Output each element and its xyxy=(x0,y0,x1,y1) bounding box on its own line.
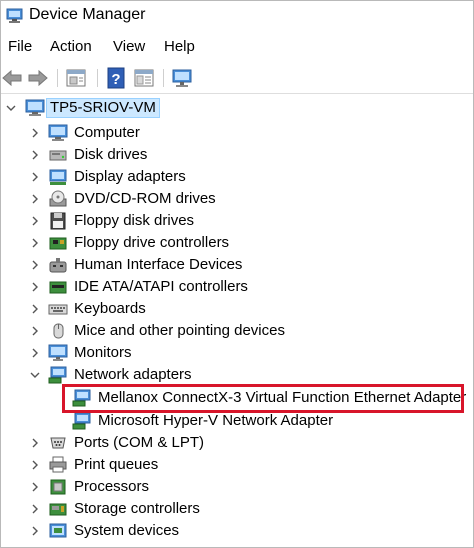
chevron-down-icon[interactable] xyxy=(5,101,17,115)
network-adapter-icon xyxy=(48,366,67,384)
disk-drive-icon xyxy=(49,150,67,161)
toolbar-separator xyxy=(57,69,58,87)
tree-item-label: Storage controllers xyxy=(74,500,200,517)
chevron-right-icon[interactable] xyxy=(29,458,41,472)
chevron-right-icon[interactable] xyxy=(29,258,41,272)
computer-icon xyxy=(25,99,45,116)
tree-root[interactable]: TP5-SRIOV-VM xyxy=(1,97,473,119)
tree-item-label: Disk drives xyxy=(74,146,148,163)
toolbar: ? xyxy=(1,63,473,94)
tree-item-label: Human Interface Devices xyxy=(74,256,243,273)
tree-item-computer[interactable]: Computer xyxy=(1,122,473,144)
chevron-right-icon[interactable] xyxy=(29,524,41,538)
chevron-right-icon[interactable] xyxy=(29,148,41,162)
system-device-icon xyxy=(49,523,67,538)
tree-item-display-adapters[interactable]: Display adapters xyxy=(1,166,473,188)
tree-item-label: System devices xyxy=(74,522,180,539)
tree-item-hyperv-adapter[interactable]: Microsoft Hyper-V Network Adapter xyxy=(1,410,473,432)
tree-item-label: Microsoft Hyper-V Network Adapter xyxy=(98,412,334,429)
toolbar-separator xyxy=(97,69,98,87)
show-hide-panel-icon[interactable] xyxy=(133,67,155,89)
device-manager-window: Device Manager File Action View Help ? T… xyxy=(0,0,474,548)
ide-controller-icon xyxy=(49,281,67,294)
chevron-right-icon[interactable] xyxy=(29,236,41,250)
tree-item-monitors[interactable]: Monitors xyxy=(1,342,473,364)
chevron-right-icon[interactable] xyxy=(29,502,41,516)
keyboard-icon xyxy=(48,304,68,315)
computer-icon xyxy=(48,124,68,141)
network-adapter-icon xyxy=(72,412,91,430)
tree-item-label: Display adapters xyxy=(74,168,186,185)
tree-item-label: Floppy disk drives xyxy=(74,212,195,229)
menu-action[interactable]: Action xyxy=(49,37,93,57)
tree-item-disk-drives[interactable]: Disk drives xyxy=(1,144,473,166)
tree-item-label: Computer xyxy=(74,124,140,141)
chevron-right-icon[interactable] xyxy=(29,346,41,360)
menu-view[interactable]: View xyxy=(112,37,146,57)
tree-item-label: Ports (COM & LPT) xyxy=(74,434,205,451)
hid-icon xyxy=(49,258,67,273)
chevron-right-icon[interactable] xyxy=(29,280,41,294)
tree-item-keyboards[interactable]: Keyboards xyxy=(1,298,473,320)
device-manager-app-icon xyxy=(6,8,23,23)
dvd-drive-icon xyxy=(49,190,67,207)
port-icon xyxy=(50,437,66,449)
menu-bar: File Action View Help xyxy=(1,37,473,59)
processor-icon xyxy=(50,479,66,495)
menu-file[interactable]: File xyxy=(7,37,33,57)
tree-item-human-interface-devices[interactable]: Human Interface Devices xyxy=(1,254,473,276)
mouse-icon xyxy=(53,323,64,339)
tree-root-label: TP5-SRIOV-VM xyxy=(50,99,156,116)
floppy-disk-icon xyxy=(50,212,66,230)
menu-help[interactable]: Help xyxy=(163,37,196,57)
chevron-right-icon[interactable] xyxy=(29,170,41,184)
tree-item-network-adapters[interactable]: Network adapters xyxy=(1,364,473,386)
forward-arrow-icon[interactable] xyxy=(27,67,49,89)
help-icon[interactable]: ? xyxy=(105,67,127,89)
chevron-right-icon[interactable] xyxy=(29,436,41,450)
tree-item-floppy-drive-controllers[interactable]: Floppy drive controllers xyxy=(1,232,473,254)
annotation-highlight-box xyxy=(62,384,464,413)
display-adapter-icon xyxy=(49,169,67,185)
tree-item-label: Processors xyxy=(74,478,150,495)
title-bar: Device Manager xyxy=(1,1,473,33)
tree-item-label: IDE ATA/ATAPI controllers xyxy=(74,278,248,295)
chevron-right-icon[interactable] xyxy=(29,480,41,494)
tree-item-ide-controllers[interactable]: IDE ATA/ATAPI controllers xyxy=(1,276,473,298)
chevron-right-icon[interactable] xyxy=(29,302,41,316)
storage-controller-icon xyxy=(49,503,67,516)
device-tree: TP5-SRIOV-VM Computer Disk drives Displa… xyxy=(1,97,473,547)
back-arrow-icon[interactable] xyxy=(1,67,23,89)
tree-item-ports[interactable]: Ports (COM & LPT) xyxy=(1,432,473,454)
tree-item-label: Monitors xyxy=(74,344,132,361)
tree-item-floppy-disk-drives[interactable]: Floppy disk drives xyxy=(1,210,473,232)
toolbar-separator xyxy=(163,69,164,87)
tree-item-label: Network adapters xyxy=(74,366,192,383)
tree-item-system-devices[interactable]: System devices xyxy=(1,520,473,542)
window-title: Device Manager xyxy=(29,6,146,23)
tree-item-dvd-drives[interactable]: DVD/CD-ROM drives xyxy=(1,188,473,210)
chevron-right-icon[interactable] xyxy=(29,214,41,228)
tree-item-storage-controllers[interactable]: Storage controllers xyxy=(1,498,473,520)
chevron-down-icon[interactable] xyxy=(29,368,41,382)
tree-item-processors[interactable]: Processors xyxy=(1,476,473,498)
printer-icon xyxy=(49,456,67,473)
properties-icon[interactable] xyxy=(65,67,87,89)
tree-item-print-queues[interactable]: Print queues xyxy=(1,454,473,476)
chevron-right-icon[interactable] xyxy=(29,126,41,140)
floppy-controller-icon xyxy=(49,237,67,250)
tree-item-label: Keyboards xyxy=(74,300,146,317)
tree-item-label: Print queues xyxy=(74,456,159,473)
tree-item-label: Mice and other pointing devices xyxy=(74,322,285,339)
scan-hardware-icon[interactable] xyxy=(171,67,193,89)
monitor-icon xyxy=(48,344,68,361)
svg-text:?: ? xyxy=(111,71,120,88)
chevron-right-icon[interactable] xyxy=(29,192,41,206)
chevron-right-icon[interactable] xyxy=(29,324,41,338)
tree-item-mice[interactable]: Mice and other pointing devices xyxy=(1,320,473,342)
tree-item-label: Floppy drive controllers xyxy=(74,234,230,251)
tree-item-label: DVD/CD-ROM drives xyxy=(74,190,216,207)
